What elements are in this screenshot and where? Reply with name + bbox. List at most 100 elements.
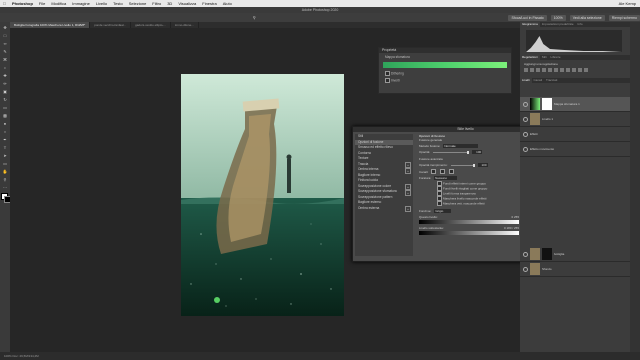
add-icon[interactable]: +	[405, 167, 411, 174]
color-balance-icon[interactable]	[560, 68, 564, 72]
opacity-slider[interactable]	[433, 151, 470, 154]
menu-app[interactable]: Photoshop	[12, 1, 33, 6]
move-tool-icon[interactable]: ✥	[2, 24, 8, 30]
layer-name[interactable]: Effetti	[530, 132, 538, 136]
layer-name[interactable]: Sfondo	[542, 267, 552, 271]
menu-immagine[interactable]: Immagine	[72, 1, 90, 6]
menu-selezione[interactable]: Selezione	[129, 1, 147, 6]
pen-tool-icon[interactable]: ✒	[2, 136, 8, 142]
layer-row[interactable]: Mappa sfumatura 1	[520, 97, 640, 112]
black-white-icon[interactable]	[566, 68, 570, 72]
gradient-tool-icon[interactable]: ▩	[2, 112, 8, 118]
curves-icon[interactable]	[536, 68, 540, 72]
add-icon[interactable]: +	[405, 189, 411, 196]
marquee-tool-icon[interactable]: □	[2, 32, 8, 38]
shape-tool-icon[interactable]: ▭	[2, 160, 8, 166]
tab-layers[interactable]: Livelli	[520, 78, 532, 83]
layer-row[interactable]: Livello 1	[520, 112, 640, 127]
path-select-tool-icon[interactable]: ➤	[2, 152, 8, 158]
brightness-icon[interactable]	[524, 68, 528, 72]
healing-tool-icon[interactable]: ✚	[2, 72, 8, 78]
option-button[interactable]: Riempi schermo	[608, 14, 640, 21]
crop-tool-icon[interactable]: ⌘	[2, 56, 8, 62]
this-layer-slider[interactable]	[419, 220, 519, 224]
type-tool-icon[interactable]: T	[2, 144, 8, 150]
color-swatches[interactable]	[0, 192, 11, 204]
knockout-select[interactable]: Nessuno	[434, 176, 458, 180]
channel-g-checkbox[interactable]	[440, 169, 446, 174]
zoom-tool-icon[interactable]: ⚲	[251, 15, 257, 21]
add-icon[interactable]: +	[405, 206, 411, 213]
opacity-value[interactable]: 100	[472, 150, 483, 154]
menu-file[interactable]: File	[39, 1, 45, 6]
option-button[interactable]: 100%	[550, 14, 566, 21]
visibility-eye-icon[interactable]	[523, 251, 528, 257]
layer-row[interactable]: bottiglia	[520, 247, 640, 262]
vibrance-icon[interactable]	[548, 68, 552, 72]
blend-mode-select[interactable]: Normale	[443, 144, 479, 148]
layer-name[interactable]: bottiglia	[554, 252, 564, 256]
menu-modifica[interactable]: Modifica	[51, 1, 66, 6]
menu-3d[interactable]: 3D	[167, 1, 172, 6]
tab-channels[interactable]: Canali	[532, 78, 545, 83]
menu-aiuto[interactable]: Aiuto	[223, 1, 232, 6]
layer-mask-thumbnail[interactable]	[542, 98, 552, 110]
style-item[interactable]: Ombra esterna +	[355, 206, 413, 213]
levels-icon[interactable]	[530, 68, 534, 72]
reverse-option[interactable]: Inverti	[385, 78, 511, 83]
blend-if-select[interactable]: Grigio	[434, 209, 452, 213]
lasso-tool-icon[interactable]: ∞	[2, 40, 8, 46]
option-button[interactable]: Sfoca/Luci in Fissato	[508, 14, 547, 21]
channel-mixer-icon[interactable]	[578, 68, 582, 72]
fill-opacity-value[interactable]: 100	[477, 163, 488, 167]
visibility-eye-icon[interactable]	[523, 146, 528, 152]
menu-filtro[interactable]: Filtro	[152, 1, 161, 6]
blur-tool-icon[interactable]: ●	[2, 120, 8, 126]
tab-adjustments[interactable]: Regolazioni	[520, 55, 540, 60]
quick-select-tool-icon[interactable]: ✎	[2, 48, 8, 54]
tab-histogram[interactable]: Istogramma	[520, 22, 540, 27]
option-button[interactable]: Vedi alla selezione	[569, 14, 605, 21]
eyedropper-tool-icon[interactable]: •	[2, 64, 8, 70]
history-brush-tool-icon[interactable]: ↻	[2, 96, 8, 102]
visibility-eye-icon[interactable]	[523, 101, 528, 107]
photo-filter-icon[interactable]	[572, 68, 576, 72]
layer-row[interactable]: Effetto movimento	[520, 142, 640, 157]
visibility-eye-icon[interactable]	[523, 266, 528, 272]
tab-presets[interactable]: Impostazioni predefinite	[540, 22, 576, 27]
document-image[interactable]	[181, 74, 344, 316]
zoom-tool-icon[interactable]: ⚲	[2, 176, 8, 182]
layer-name[interactable]: Effetto movimento	[530, 147, 554, 151]
tab-styles[interactable]: Stili	[540, 55, 549, 60]
dithering-option[interactable]: Dithering	[385, 71, 511, 76]
layer-name[interactable]: Mappa sfumatura 1	[554, 102, 580, 106]
option-checkbox[interactable]: Maschera vett. nasconde effetti	[437, 201, 519, 206]
brush-tool-icon[interactable]: ✏	[2, 80, 8, 86]
menu-livello[interactable]: Livello	[96, 1, 107, 6]
layer-name[interactable]: Livello 1	[542, 117, 553, 121]
gradient-map-preview[interactable]	[383, 62, 507, 68]
channel-r-checkbox[interactable]	[431, 169, 437, 174]
apple-icon[interactable]: 	[3, 1, 6, 6]
layer-row[interactable]: Sfondo	[520, 262, 640, 277]
menu-testo[interactable]: Testo	[113, 1, 123, 6]
layer-row[interactable]: Effetti	[520, 127, 640, 142]
channel-b-checkbox[interactable]	[449, 169, 455, 174]
hand-tool-icon[interactable]: ✋	[2, 168, 8, 174]
exposure-icon[interactable]	[542, 68, 546, 72]
menu-finestra[interactable]: Finestra	[202, 1, 216, 6]
layer-mask-thumbnail[interactable]	[542, 248, 552, 260]
stamp-tool-icon[interactable]: ▣	[2, 88, 8, 94]
tab-paths[interactable]: Tracciati	[544, 78, 559, 83]
fill-opacity-slider[interactable]	[450, 164, 475, 167]
tab-info[interactable]: Info	[576, 22, 585, 27]
visibility-eye-icon[interactable]	[523, 131, 528, 137]
menubar-user[interactable]: Ale Kemp	[619, 1, 636, 6]
eraser-tool-icon[interactable]: ▭	[2, 104, 8, 110]
menu-visualizza[interactable]: Visualizza	[178, 1, 196, 6]
hue-saturation-icon[interactable]	[554, 68, 558, 72]
tab-libraries[interactable]: Librerie	[549, 55, 563, 60]
dodge-tool-icon[interactable]: ○	[2, 128, 8, 134]
underlying-layer-slider[interactable]	[419, 231, 519, 235]
gradient-map-icon[interactable]	[584, 68, 588, 72]
